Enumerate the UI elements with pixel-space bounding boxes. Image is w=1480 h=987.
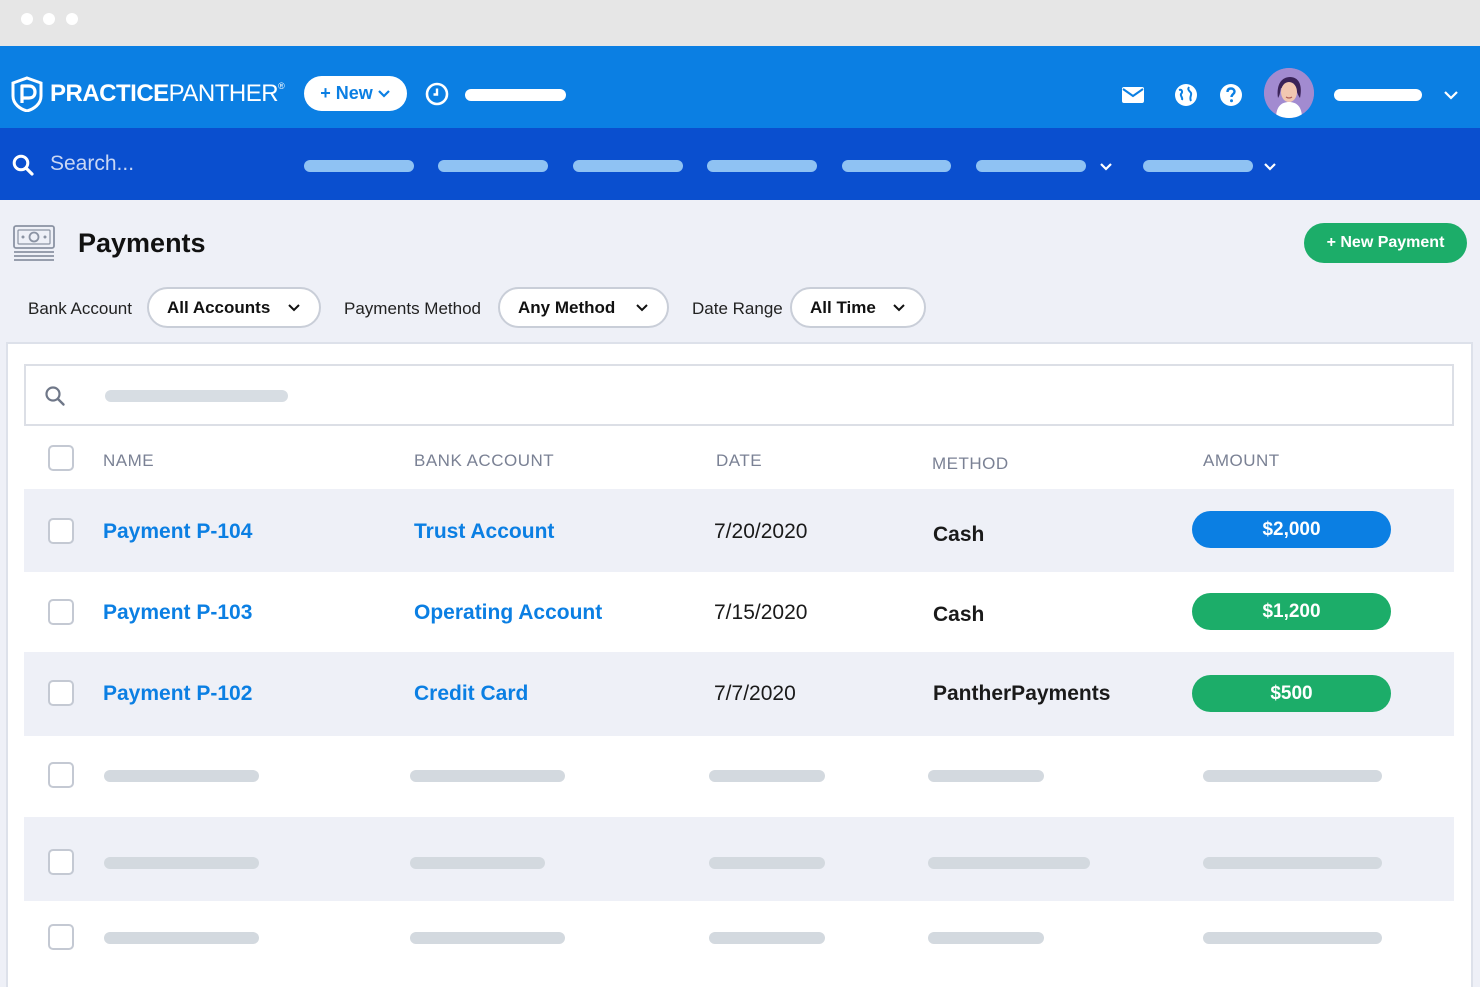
nav-item-5[interactable] bbox=[842, 160, 951, 172]
money-icon bbox=[13, 225, 55, 261]
window-titlebar bbox=[0, 0, 1480, 46]
bank-account-link[interactable]: Credit Card bbox=[414, 682, 528, 706]
user-name-placeholder[interactable] bbox=[1334, 89, 1422, 101]
date-range-filter-label: Date Range bbox=[692, 299, 783, 318]
bank-account-link[interactable]: Operating Account bbox=[414, 601, 602, 625]
bank-account-filter-select[interactable]: All Accounts bbox=[147, 287, 321, 328]
row-checkbox[interactable] bbox=[48, 680, 74, 706]
payment-method: PantherPayments bbox=[933, 682, 1111, 705]
row-checkbox[interactable] bbox=[48, 599, 74, 625]
placeholder-cell bbox=[410, 770, 565, 782]
window-maximize-dot[interactable] bbox=[66, 13, 78, 25]
payment-method-filter-select[interactable]: Any Method bbox=[498, 287, 669, 328]
placeholder-cell bbox=[1203, 857, 1382, 869]
bank-account-filter-label: Bank Account bbox=[28, 299, 132, 318]
row-checkbox[interactable] bbox=[48, 924, 74, 950]
avatar[interactable] bbox=[1264, 68, 1314, 118]
placeholder-cell bbox=[709, 770, 825, 782]
amount-badge: $500 bbox=[1192, 675, 1391, 712]
column-header-bank-account[interactable]: BANK ACCOUNT bbox=[414, 451, 554, 471]
search-icon bbox=[45, 386, 65, 406]
column-header-method[interactable]: METHOD bbox=[932, 454, 1009, 474]
new-button-label: + New bbox=[320, 83, 373, 103]
help-icon[interactable] bbox=[1219, 83, 1243, 107]
nav-item-3[interactable] bbox=[573, 160, 683, 172]
payment-name-link[interactable]: Payment P-103 bbox=[103, 601, 252, 625]
column-header-name[interactable]: NAME bbox=[103, 451, 154, 471]
window-minimize-dot[interactable] bbox=[43, 13, 55, 25]
payment-method: Cash bbox=[933, 603, 985, 626]
placeholder-cell bbox=[709, 932, 825, 944]
chevron-down-icon bbox=[288, 304, 300, 312]
nav-item-1[interactable] bbox=[304, 160, 414, 172]
page-title: Payments bbox=[78, 228, 206, 258]
chevron-down-icon[interactable] bbox=[1099, 162, 1113, 172]
nav-item-7[interactable] bbox=[1143, 160, 1253, 172]
payment-date: 7/15/2020 bbox=[714, 601, 808, 624]
bank-account-link[interactable]: Trust Account bbox=[414, 520, 554, 544]
payment-method-filter-value: Any Method bbox=[518, 297, 616, 317]
row-checkbox[interactable] bbox=[48, 762, 74, 788]
new-button[interactable]: + New bbox=[304, 76, 407, 111]
payment-date: 7/20/2020 bbox=[714, 520, 808, 543]
table-search-input[interactable] bbox=[24, 364, 1454, 426]
select-all-checkbox[interactable] bbox=[48, 445, 74, 471]
bank-account-filter-value: All Accounts bbox=[167, 297, 271, 317]
nav-item-2[interactable] bbox=[438, 160, 548, 172]
payment-name-link[interactable]: Payment P-104 bbox=[103, 520, 252, 544]
placeholder-cell bbox=[104, 932, 259, 944]
chevron-down-icon bbox=[893, 304, 905, 312]
main-nav-bar: Search... bbox=[0, 128, 1480, 200]
nav-item-6[interactable] bbox=[976, 160, 1086, 172]
placeholder-cell bbox=[709, 857, 825, 869]
payment-date: 7/7/2020 bbox=[714, 682, 796, 705]
brand-wordmark: PRACTICEPANTHER® bbox=[50, 80, 285, 107]
timer-placeholder[interactable] bbox=[465, 89, 566, 101]
clock-icon[interactable] bbox=[425, 82, 449, 106]
user-avatar-illustration bbox=[1264, 68, 1314, 118]
table-search-placeholder bbox=[105, 390, 288, 402]
placeholder-cell bbox=[410, 932, 565, 944]
placeholder-cell bbox=[928, 932, 1044, 944]
panther-logo-icon bbox=[11, 76, 43, 112]
nav-item-4[interactable] bbox=[707, 160, 817, 172]
globe-icon[interactable] bbox=[1174, 83, 1198, 107]
payment-method: Cash bbox=[933, 523, 985, 546]
row-checkbox[interactable] bbox=[48, 849, 74, 875]
date-range-filter-select[interactable]: All Time bbox=[790, 287, 926, 328]
placeholder-cell bbox=[928, 857, 1090, 869]
new-payment-button[interactable]: + New Payment bbox=[1304, 223, 1467, 263]
placeholder-cell bbox=[1203, 932, 1382, 944]
top-app-bar: PRACTICEPANTHER® + New bbox=[0, 46, 1480, 128]
chevron-down-icon bbox=[636, 304, 648, 312]
chevron-down-icon[interactable] bbox=[1263, 162, 1277, 172]
window-close-dot[interactable] bbox=[21, 13, 33, 25]
amount-badge: $1,200 bbox=[1192, 593, 1391, 630]
payment-name-link[interactable]: Payment P-102 bbox=[103, 682, 252, 706]
search-icon bbox=[12, 154, 34, 176]
row-checkbox[interactable] bbox=[48, 518, 74, 544]
mail-icon[interactable] bbox=[1121, 83, 1145, 107]
placeholder-cell bbox=[410, 857, 545, 869]
column-header-amount[interactable]: AMOUNT bbox=[1203, 451, 1280, 471]
chevron-down-icon[interactable] bbox=[1443, 89, 1459, 101]
chevron-down-icon bbox=[377, 89, 390, 98]
date-range-filter-value: All Time bbox=[810, 297, 876, 317]
column-header-date[interactable]: DATE bbox=[716, 451, 762, 471]
global-search-input[interactable]: Search... bbox=[50, 152, 134, 176]
placeholder-cell bbox=[928, 770, 1044, 782]
brand-logo[interactable]: PRACTICEPANTHER® bbox=[10, 76, 285, 112]
placeholder-cell bbox=[1203, 770, 1382, 782]
placeholder-cell bbox=[104, 857, 259, 869]
payment-method-filter-label: Payments Method bbox=[344, 299, 482, 318]
amount-badge: $2,000 bbox=[1192, 511, 1391, 548]
placeholder-cell bbox=[104, 770, 259, 782]
